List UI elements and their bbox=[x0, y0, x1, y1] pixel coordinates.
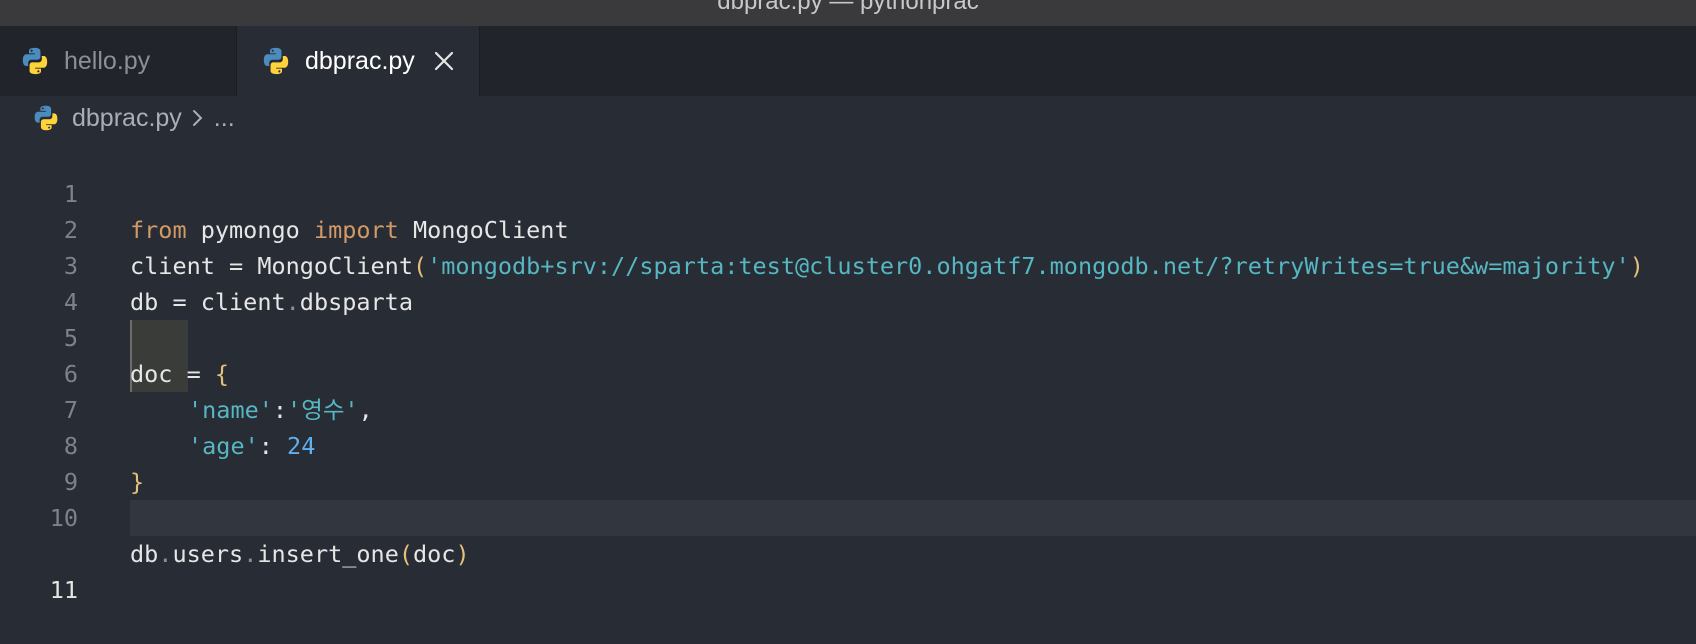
tab-label: dbprac.py bbox=[305, 46, 415, 75]
operator: . bbox=[243, 540, 258, 568]
code-line[interactable]: 3 db = client.dbsparta bbox=[0, 212, 1696, 316]
chevron-right-icon bbox=[192, 110, 203, 126]
code-line[interactable]: 8 } bbox=[0, 392, 1696, 496]
close-icon[interactable] bbox=[433, 50, 455, 72]
operator: . bbox=[158, 540, 173, 568]
identifier: insert_one bbox=[257, 540, 399, 568]
code-line-current[interactable]: 11 bbox=[0, 500, 1696, 604]
breadcrumb-more[interactable]: ... bbox=[214, 104, 235, 133]
tab-label: hello.py bbox=[64, 46, 151, 75]
code-line[interactable]: 5 doc = { bbox=[0, 284, 1696, 388]
bracket: ( bbox=[398, 540, 413, 568]
python-file-icon bbox=[22, 47, 48, 75]
code-line[interactable]: 10 db.users.insert_one(doc) bbox=[0, 464, 1696, 568]
line-number: 11 bbox=[49, 576, 78, 604]
code-line[interactable]: 1 from pymongo import MongoClient bbox=[0, 140, 1696, 244]
code-line[interactable]: 9 bbox=[0, 428, 1696, 496]
code-line[interactable]: 6 'name':'영수', bbox=[0, 320, 1696, 424]
code-editor[interactable]: 1 from pymongo import MongoClient 2 clie… bbox=[0, 140, 1696, 604]
code-line[interactable]: 7 'age': 24 bbox=[0, 356, 1696, 460]
current-line-highlight bbox=[130, 500, 1696, 536]
window-title: dbprac.py — pythonprac bbox=[717, 0, 979, 15]
code-line[interactable]: 4 bbox=[0, 248, 1696, 316]
tab-dbprac-py[interactable]: dbprac.py bbox=[237, 26, 480, 96]
python-file-icon bbox=[263, 47, 289, 75]
tab-hello-py[interactable]: hello.py bbox=[0, 26, 237, 96]
identifier: users bbox=[172, 540, 244, 568]
title-bar: dbprac.py — pythonprac bbox=[0, 0, 1696, 26]
bracket: ) bbox=[455, 540, 470, 568]
identifier: db bbox=[130, 540, 159, 568]
identifier: doc bbox=[413, 540, 456, 568]
tab-bar: hello.py dbprac.py bbox=[0, 26, 1696, 96]
code-text: db.users.insert_one(doc) bbox=[130, 536, 470, 572]
code-line[interactable]: 2 client = MongoClient('mongodb+srv://sp… bbox=[0, 176, 1696, 280]
breadcrumb: dbprac.py ... bbox=[32, 100, 235, 136]
python-file-icon bbox=[34, 105, 58, 131]
breadcrumb-file[interactable]: dbprac.py bbox=[72, 104, 182, 133]
